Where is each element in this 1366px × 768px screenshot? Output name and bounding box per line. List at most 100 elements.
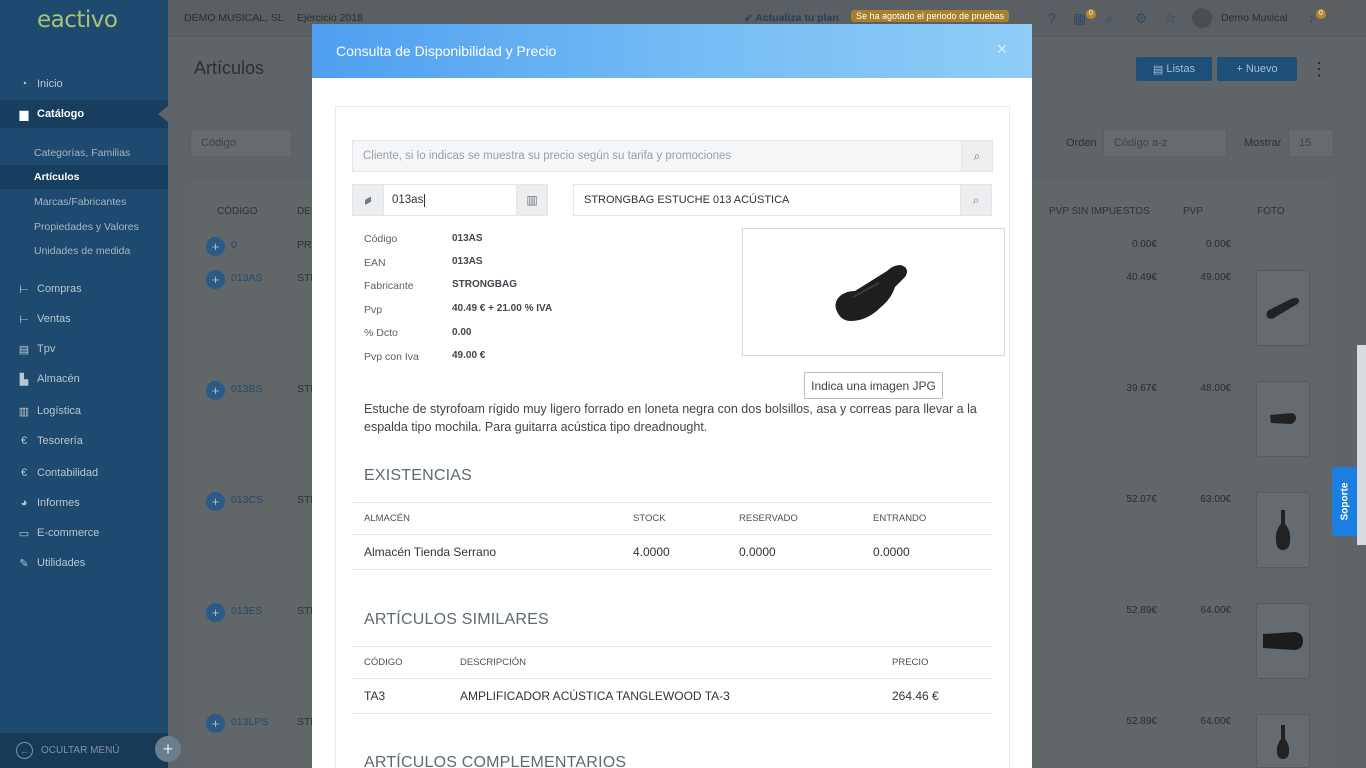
row-code[interactable]: 013LPS bbox=[231, 716, 268, 728]
dashboard-icon: ◔ bbox=[20, 78, 28, 90]
expand-row-button[interactable]: + bbox=[206, 237, 225, 256]
product-thumbnail[interactable] bbox=[1256, 714, 1310, 768]
upgrade-link[interactable]: ➶ Actualiza tu plan bbox=[744, 12, 839, 24]
add-float-button[interactable]: + bbox=[155, 736, 181, 762]
guitar-case-icon bbox=[1275, 510, 1291, 550]
calendar-icon[interactable]: ▦ bbox=[1073, 10, 1086, 27]
col-header-pvp-net[interactable]: PVP SIN IMPUESTOS bbox=[1049, 206, 1150, 217]
similar-section-title: ARTÍCULOS SIMILARES bbox=[364, 611, 549, 628]
order-label: Orden bbox=[1066, 137, 1097, 149]
page-scrollbar[interactable] bbox=[1357, 345, 1366, 545]
availability-modal: Consulta de Disponibilidad y Precio ✕ Cl… bbox=[312, 24, 1032, 768]
close-icon[interactable]: ✕ bbox=[996, 41, 1008, 58]
company-name[interactable]: DEMO MUSICAL, SL bbox=[184, 12, 284, 24]
field-label-dcto: % Dcto bbox=[364, 327, 398, 339]
expand-row-button[interactable]: + bbox=[206, 492, 225, 511]
code-input[interactable]: 013as bbox=[383, 184, 517, 216]
product-thumbnail[interactable] bbox=[1256, 270, 1310, 346]
sidebar-item-inicio[interactable]: ◔ Inicio bbox=[0, 70, 168, 98]
expand-row-button[interactable]: + bbox=[206, 381, 225, 400]
similar-col-precio: PRECIO bbox=[892, 657, 929, 668]
product-thumbnail[interactable] bbox=[1256, 492, 1310, 568]
sidebar-item-tpv[interactable]: ▤ Tpv bbox=[0, 335, 168, 363]
divider bbox=[352, 713, 992, 714]
row-code[interactable]: 013BS bbox=[231, 383, 263, 395]
hide-menu-button[interactable]: ← OCULTAR MENÚ bbox=[0, 733, 168, 768]
client-search-input[interactable]: Cliente, si lo indicas se muestra su pre… bbox=[352, 140, 962, 172]
sidebar-item-informes[interactable]: ◕ Informes bbox=[0, 489, 168, 517]
client-search-button[interactable]: ⌕ bbox=[961, 140, 993, 172]
lists-label: Listas bbox=[1166, 63, 1196, 75]
lists-button[interactable]: ▤ Listas bbox=[1136, 57, 1212, 81]
sidebar-item-logistica[interactable]: ▥ Logística bbox=[0, 397, 168, 425]
similar-cell-codigo[interactable]: TA3 bbox=[364, 689, 385, 703]
more-options-icon[interactable]: ⋮ bbox=[1310, 57, 1328, 81]
guitar-case-icon bbox=[1266, 297, 1300, 319]
filter-field-select[interactable]: Código bbox=[190, 129, 292, 157]
product-search-button[interactable]: ⌕ bbox=[960, 184, 992, 216]
row-pvp: 48.00€ bbox=[1200, 383, 1231, 394]
expand-row-button[interactable]: + bbox=[206, 603, 225, 622]
sidebar-item-tesoreria[interactable]: € Tesorería bbox=[0, 427, 168, 455]
col-header-code[interactable]: CÓDIGO bbox=[217, 206, 258, 217]
search-icon[interactable]: ⌕ bbox=[1106, 10, 1114, 27]
row-pvp-net: 0.00€ bbox=[1131, 239, 1157, 250]
star-icon[interactable]: ☆ bbox=[1164, 10, 1177, 27]
cart-out-icon: ⊢ bbox=[19, 313, 29, 326]
row-pvp-net: 39.67€ bbox=[1126, 383, 1157, 394]
support-tab[interactable]: Soporte bbox=[1332, 467, 1357, 536]
similar-cell-descripcion: AMPLIFICADOR ACÚSTICA TANGLEWOOD TA-3 bbox=[460, 689, 730, 703]
show-count-input[interactable]: 15 bbox=[1288, 129, 1334, 157]
product-thumbnail[interactable] bbox=[1256, 603, 1310, 679]
modal-title: Consulta de Disponibilidad y Precio bbox=[336, 43, 557, 59]
sidebar-subitem-articulos[interactable]: Artículos bbox=[0, 165, 168, 189]
sidebar-item-utilidades[interactable]: ✎ Utilidades bbox=[0, 549, 168, 577]
sidebar-item-compras[interactable]: ⊢ Compras bbox=[0, 275, 168, 303]
field-label-pvp-iva: Pvp con Iva bbox=[364, 351, 419, 363]
row-code[interactable]: 013AS bbox=[231, 272, 263, 284]
field-value-fabricante: STRONGBAG bbox=[452, 279, 517, 290]
calendar-badge: 0 bbox=[1086, 9, 1096, 19]
expand-row-button[interactable]: + bbox=[206, 714, 225, 733]
product-thumbnail[interactable] bbox=[1256, 381, 1310, 457]
user-name[interactable]: Demo Musical bbox=[1221, 12, 1288, 24]
col-header-pvp[interactable]: PVP bbox=[1183, 206, 1203, 217]
help-icon[interactable]: ? bbox=[1048, 10, 1056, 26]
row-pvp: 63.00€ bbox=[1200, 494, 1231, 505]
fiscal-year[interactable]: Ejercicio 2018 bbox=[297, 12, 363, 24]
field-label-ean: EAN bbox=[364, 257, 386, 269]
sidebar-subitem-unidades[interactable]: Unidades de medida bbox=[0, 239, 168, 263]
order-select[interactable]: Código a-z bbox=[1103, 129, 1227, 157]
complementary-section-title: ARTÍCULOS COMPLEMENTARIOS bbox=[364, 754, 627, 768]
subitem-label: Categorías, Familias bbox=[34, 147, 131, 159]
register-icon: ▤ bbox=[18, 343, 30, 356]
client-search-placeholder: Cliente, si lo indicas se muestra su pre… bbox=[363, 150, 732, 162]
similar-col-descripcion: DESCRIPCIÓN bbox=[460, 657, 526, 668]
guitar-case-image bbox=[835, 265, 907, 321]
sidebar-subitem-marcas[interactable]: Marcas/Fabricantes bbox=[0, 190, 168, 214]
row-code[interactable]: 0 bbox=[231, 239, 237, 251]
gear-icon[interactable]: ⚙ bbox=[1135, 10, 1148, 27]
sidebar-subitem-propiedades[interactable]: Propiedades y Valores bbox=[0, 215, 168, 239]
row-code[interactable]: 013ES bbox=[231, 605, 263, 617]
bell-icon[interactable]: ♪ bbox=[1308, 10, 1315, 26]
sidebar-item-contabilidad[interactable]: € Contabilidad bbox=[0, 459, 168, 487]
sidebar-item-ventas[interactable]: ⊢ Ventas bbox=[0, 305, 168, 333]
page-title: Artículos bbox=[194, 58, 265, 78]
row-pvp-net: 40.49€ bbox=[1126, 272, 1157, 283]
col-header-photo[interactable]: FOTO bbox=[1257, 206, 1285, 217]
barcode-button[interactable]: ▥ bbox=[516, 184, 548, 216]
eraser-button[interactable]: ▰ bbox=[352, 184, 384, 216]
sidebar-item-ecommerce[interactable]: ▭ E-commerce bbox=[0, 519, 168, 547]
sidebar-subitem-categorias[interactable]: Categorías, Familias bbox=[0, 141, 168, 165]
app-logo[interactable]: eactivo bbox=[0, 0, 168, 40]
expand-row-button[interactable]: + bbox=[206, 270, 225, 289]
print-icon: ▤ bbox=[1152, 63, 1167, 76]
sidebar-item-almacen[interactable]: ▙ Almacén bbox=[0, 365, 168, 393]
product-search-input[interactable]: STRONGBAG ESTUCHE 013 ACÚSTICA bbox=[573, 184, 961, 216]
row-code[interactable]: 013CS bbox=[231, 494, 263, 506]
new-button[interactable]: + Nuevo bbox=[1217, 57, 1297, 81]
avatar[interactable] bbox=[1192, 8, 1212, 28]
upload-image-button[interactable]: Indica una imagen JPG bbox=[804, 372, 943, 399]
sidebar-item-catalogo[interactable]: ▆ Catálogo bbox=[0, 100, 168, 128]
